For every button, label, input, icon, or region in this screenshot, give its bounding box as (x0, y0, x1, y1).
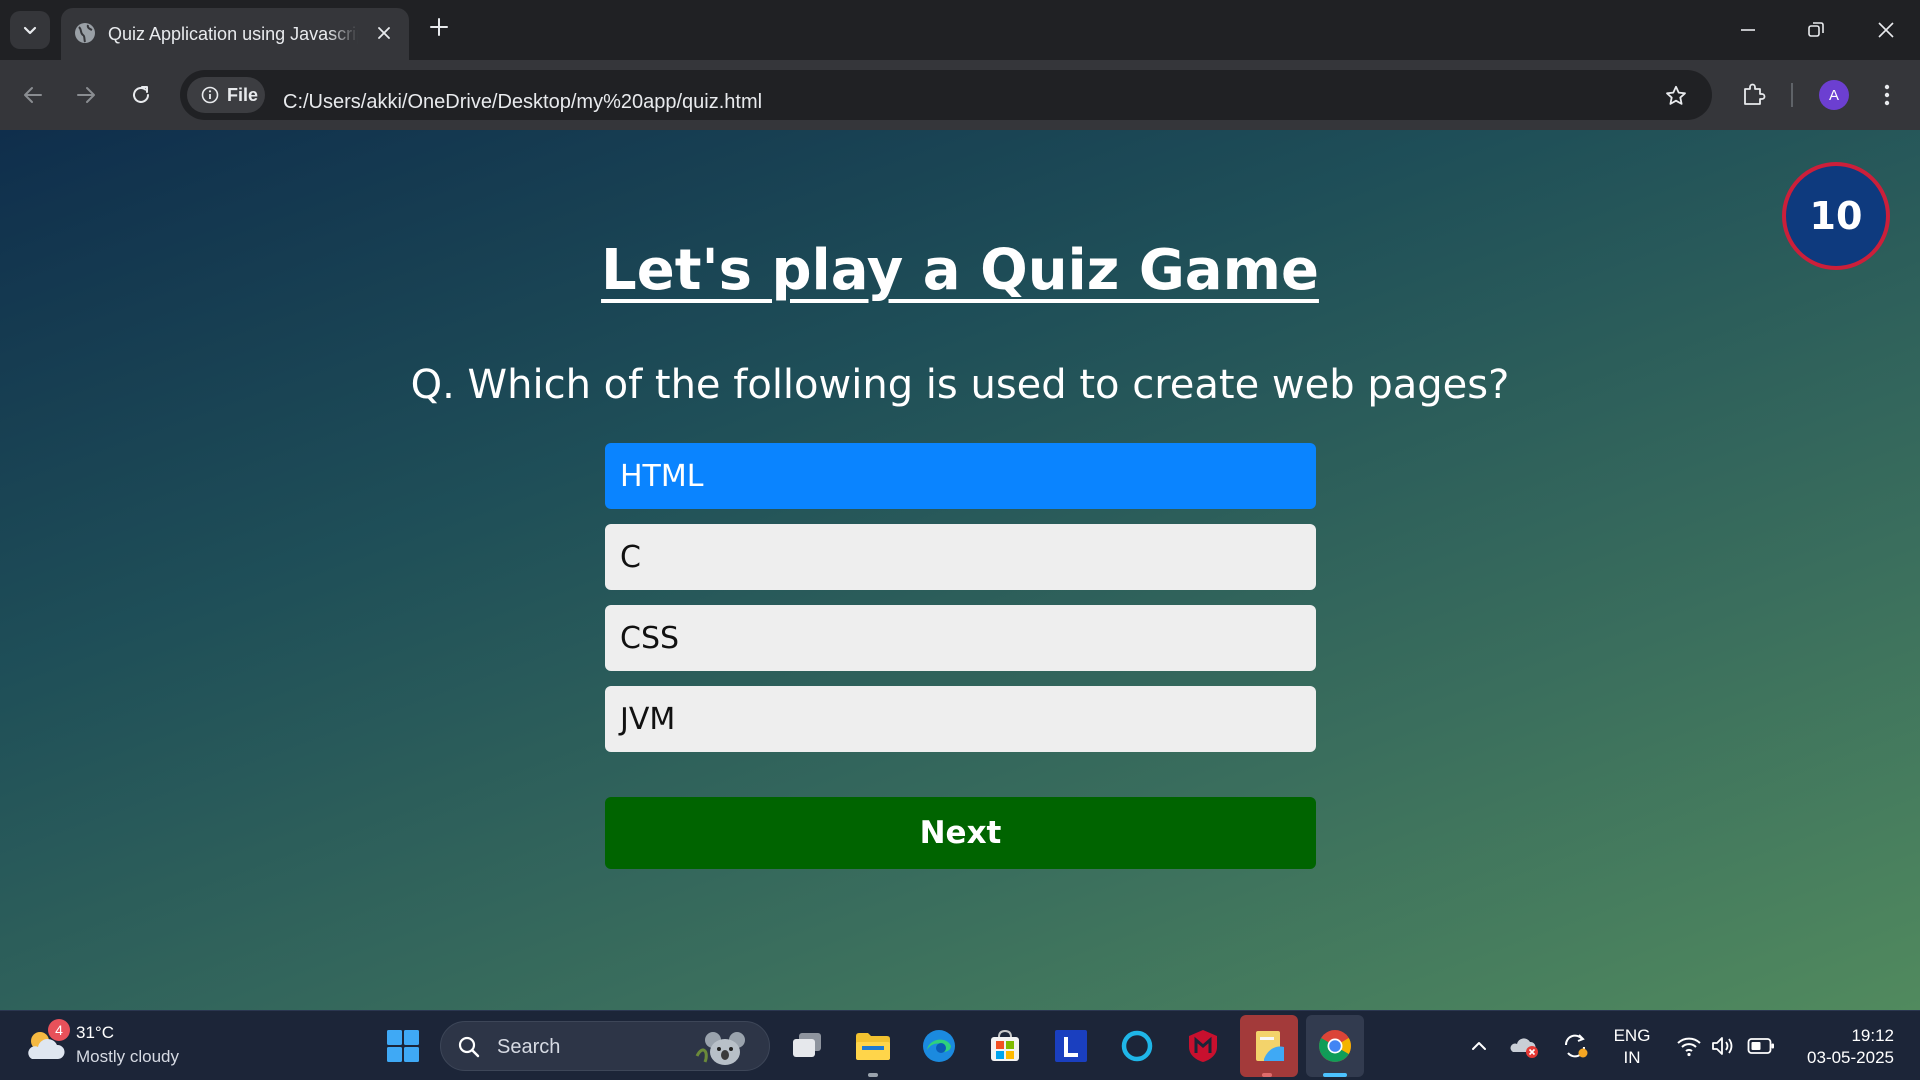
clock-time: 19:12 (1851, 1026, 1894, 1045)
extensions-icon[interactable] (1737, 77, 1771, 111)
chrome-active-indicator (1323, 1073, 1347, 1077)
l-app-icon[interactable] (1050, 1025, 1092, 1067)
sync-icon[interactable] (1554, 1025, 1596, 1067)
page-title: Let's play a Quiz Game (0, 236, 1920, 306)
weather-description: Mostly cloudy (76, 1047, 179, 1066)
close-window-icon[interactable] (1866, 10, 1906, 50)
star-icon[interactable] (1662, 82, 1690, 110)
page-title-text: Let's play a Quiz Game (601, 238, 1319, 303)
circle-app-icon[interactable] (1116, 1025, 1158, 1067)
back-icon[interactable] (16, 78, 50, 112)
tab-quiz-application[interactable]: Quiz Application using Javascript (61, 8, 409, 60)
answer-option-jvm[interactable]: JVM (605, 686, 1316, 752)
file-explorer-running-indicator (868, 1073, 878, 1077)
search-icon (457, 1035, 481, 1059)
search-highlight-koala-icon (693, 1026, 755, 1068)
address-bar[interactable]: File C:/Users/akki/OneDrive/Desktop/my%2… (180, 70, 1712, 120)
browser-tab-strip: Quiz Application using Javascript (0, 0, 1920, 60)
restore-icon[interactable] (1796, 10, 1836, 50)
url-text[interactable]: C:/Users/akki/OneDrive/Desktop/my%20app/… (283, 90, 762, 114)
tab-search-icon[interactable] (10, 11, 50, 49)
tab-title: Quiz Application using Javascript (108, 22, 358, 46)
browser-toolbar: File C:/Users/akki/OneDrive/Desktop/my%2… (0, 60, 1920, 130)
site-info-chip[interactable]: File C:/Users/akki/OneDrive/Desktop/my%2… (187, 77, 762, 113)
globe-icon (73, 21, 97, 45)
more-icon[interactable] (1872, 78, 1902, 112)
close-icon[interactable] (371, 20, 397, 46)
windows-start-icon[interactable] (382, 1025, 424, 1067)
language-line2: IN (1623, 1048, 1641, 1067)
onedrive-icon[interactable] (1504, 1025, 1546, 1067)
notes-app-running-indicator (1262, 1073, 1272, 1077)
toolbar-divider (1791, 83, 1793, 107)
profile-avatar[interactable]: A (1819, 80, 1849, 110)
next-button[interactable]: Next (605, 797, 1316, 869)
chevron-up-icon[interactable] (1458, 1025, 1500, 1067)
site-info-label: File (227, 85, 259, 105)
search-label: Search (497, 1036, 561, 1058)
weather-alert-badge: 4 (48, 1019, 70, 1041)
clock-date: 03-05-2025 (1807, 1048, 1894, 1067)
plus-icon[interactable] (424, 12, 454, 42)
windows-taskbar: 4 31°C Mostly cloudy Search ENG IN 19:12… (0, 1010, 1920, 1080)
language-line1: ENG (1613, 1026, 1651, 1045)
quiz-page: 10 Let's play a Quiz Game Q. Which of th… (0, 130, 1920, 1010)
minimize-icon[interactable] (1728, 10, 1768, 50)
file-explorer-icon[interactable] (852, 1025, 894, 1067)
forward-icon[interactable] (69, 78, 103, 112)
reload-icon[interactable] (124, 78, 158, 112)
answer-option-html[interactable]: HTML (605, 443, 1316, 509)
notes-app-icon[interactable] (1248, 1025, 1290, 1067)
question-text: Q. Which of the following is used to cre… (410, 362, 1510, 408)
weather-temperature: 31°C (76, 1023, 114, 1042)
info-icon (201, 86, 219, 104)
mcafee-icon[interactable] (1182, 1025, 1224, 1067)
chrome-icon[interactable] (1314, 1025, 1356, 1067)
taskbar-search-box[interactable]: Search (440, 1021, 770, 1071)
answer-option-c[interactable]: C (605, 524, 1316, 590)
battery-icon[interactable] (1740, 1025, 1782, 1067)
edge-icon[interactable] (918, 1025, 960, 1067)
volume-icon[interactable] (1702, 1025, 1744, 1067)
store-icon[interactable] (984, 1025, 1026, 1067)
answer-option-css[interactable]: CSS (605, 605, 1316, 671)
task-view-icon[interactable] (786, 1025, 828, 1067)
